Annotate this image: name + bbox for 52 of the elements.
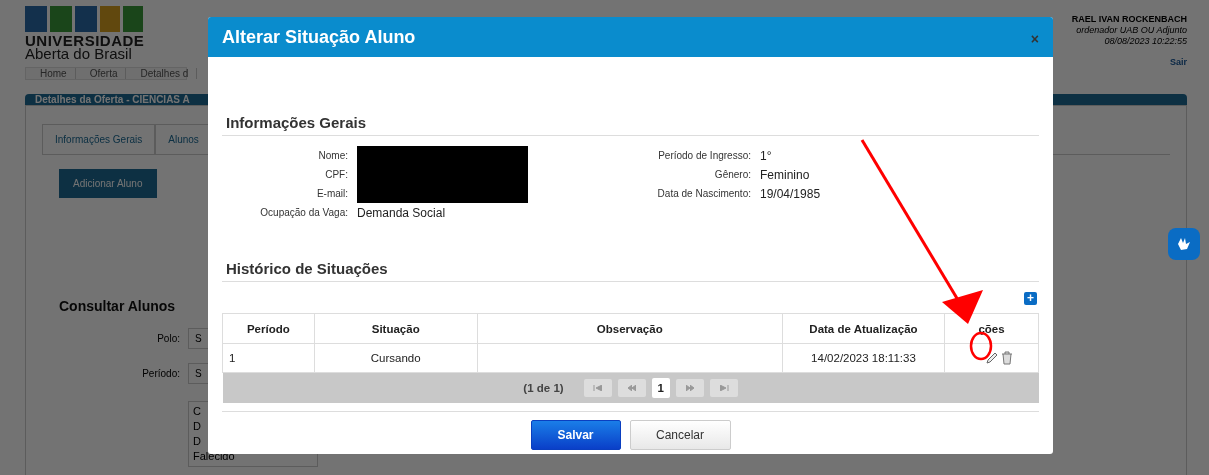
- column-header: Período: [222, 313, 315, 344]
- field-label: Ocupação da Vaga:: [259, 207, 348, 218]
- cancel-button[interactable]: Cancelar: [629, 420, 731, 450]
- column-header: Data de Atualização: [782, 313, 945, 344]
- logo-title: UNIVERSIDADE: [25, 34, 145, 47]
- field-value: 1°: [760, 148, 773, 163]
- first-page-icon: [592, 385, 603, 391]
- field-value: Demanda Social: [357, 205, 447, 220]
- breadcrumb-link[interactable]: Home: [32, 68, 76, 79]
- field-label: Período:: [141, 368, 180, 379]
- table-cell: 14/02/2023 18:11:33: [782, 343, 945, 373]
- field-label: Data de Nascimento:: [656, 188, 751, 199]
- add-button[interactable]: +: [1024, 292, 1037, 305]
- trash-icon[interactable]: [1000, 351, 1013, 365]
- column-header: Situação: [314, 313, 478, 344]
- logout-link[interactable]: Sair: [1170, 57, 1187, 67]
- next-page-button[interactable]: [675, 379, 704, 397]
- section-title: Histórico de Situações: [222, 260, 1039, 282]
- save-button[interactable]: Salvar: [530, 420, 621, 450]
- field-value: 19/04/1985: [760, 186, 822, 201]
- page-button[interactable]: 1: [651, 378, 670, 398]
- section-title: Informações Gerais: [222, 114, 1039, 136]
- pencil-icon[interactable]: [984, 351, 999, 365]
- first-page-button[interactable]: [583, 379, 612, 397]
- page-summary: (1 de 1): [523, 382, 564, 394]
- breadcrumb-link[interactable]: Detalhes d: [132, 68, 198, 79]
- table-cell: Cursando: [314, 343, 478, 373]
- add-student-button[interactable]: Adicionar Aluno: [59, 169, 157, 198]
- rewind-icon: [626, 385, 637, 391]
- field-label: Gênero:: [713, 169, 751, 180]
- section-title: Consultar Alunos: [59, 298, 176, 314]
- table-cell: 1: [222, 343, 315, 373]
- dialog-title: Alterar Situação Aluno: [222, 26, 416, 48]
- previous-page-button[interactable]: [617, 379, 646, 397]
- last-page-button[interactable]: [709, 379, 738, 397]
- sign-language-button[interactable]: [1168, 228, 1200, 260]
- field-label: CPF:: [324, 169, 348, 180]
- close-button[interactable]: ×: [1030, 31, 1039, 47]
- fast-forward-icon: [684, 385, 695, 391]
- logo-subtitle: Aberta do Brasil: [25, 47, 132, 61]
- login-datetime: 08/08/2023 10:22:55: [1104, 36, 1187, 46]
- field-label: Polo:: [156, 333, 180, 344]
- tab[interactable]: Informações Gerais: [42, 124, 156, 154]
- breadcrumb-link[interactable]: Oferta: [81, 68, 127, 79]
- field-label: Período de Ingresso:: [657, 150, 751, 161]
- field-label: E-mail:: [315, 188, 348, 199]
- last-page-icon: [718, 385, 729, 391]
- column-header: Observação: [477, 313, 783, 344]
- user-name: RAEL IVAN ROCKENBACH: [1071, 14, 1187, 24]
- field-value: Feminino: [760, 167, 811, 182]
- user-role: ordenador UAB OU Adjunto: [1076, 25, 1187, 35]
- field-label: Nome:: [317, 150, 348, 161]
